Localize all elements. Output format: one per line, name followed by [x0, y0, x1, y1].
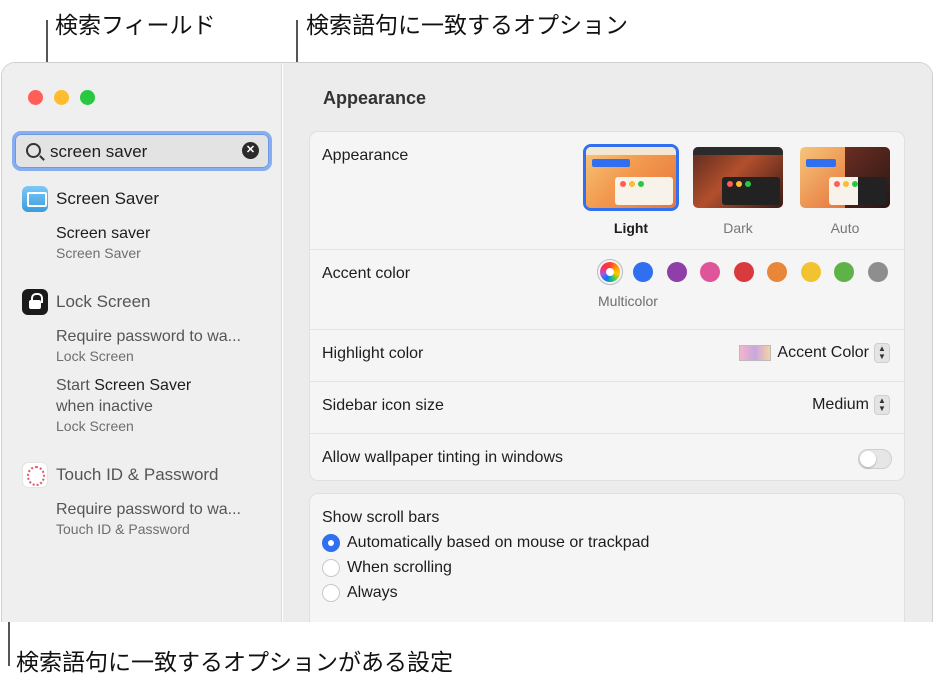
accent-selected-label: Multicolor — [598, 293, 658, 309]
scroll-bars-label: Show scroll bars — [322, 509, 440, 526]
sidebar-item-label: Lock Screen — [56, 292, 151, 311]
minimize-window-button[interactable] — [54, 90, 69, 105]
callout-matching-options: 検索語句に一致するオプション — [306, 13, 628, 39]
chevron-updown-icon: ▲ ▼ — [874, 395, 890, 415]
wallpaper-tinting-toggle[interactable] — [858, 449, 892, 469]
accent-swatch[interactable] — [666, 262, 687, 282]
appearance-option-auto[interactable] — [797, 144, 893, 211]
result-title-match: Screen Saver — [94, 377, 192, 394]
sidebar-icon-size-value: Medium — [812, 396, 869, 413]
appearance-row: Appearance Light Dark Auto — [310, 132, 904, 250]
result-title-part: Start — [56, 377, 95, 394]
highlight-color-row: Highlight color Accent Color ▲ ▼ — [310, 330, 904, 382]
content-pane: Appearance Appearance Light Dark Auto Ac… — [283, 63, 932, 622]
accent-color-label: Accent color — [322, 265, 411, 282]
chevron-updown-icon: ▲ ▼ — [874, 343, 890, 363]
wallpaper-tinting-row: Allow wallpaper tinting in windows — [310, 434, 904, 482]
result-title-part: when inactive — [56, 398, 153, 415]
search-icon — [26, 143, 41, 158]
fingerprint-icon — [22, 462, 48, 488]
accent-swatch-multicolor[interactable] — [597, 259, 623, 285]
zoom-window-button[interactable] — [80, 90, 95, 105]
radio-label: Always — [347, 584, 398, 601]
sidebar-icon-size-popup[interactable]: Medium ▲ ▼ — [812, 395, 890, 415]
search-field[interactable]: screen saver ✕ — [12, 131, 272, 171]
highlight-swatch — [739, 345, 772, 361]
highlight-color-value: Accent Color — [777, 344, 869, 361]
accent-swatch[interactable] — [633, 262, 653, 282]
radio-button[interactable] — [322, 584, 340, 602]
accent-swatch[interactable] — [767, 262, 787, 282]
result-title: Require password to wa... — [56, 328, 241, 345]
search-result-option[interactable]: Require password to wa... Lock Screen — [56, 326, 276, 365]
appearance-label: Appearance — [322, 147, 409, 164]
sidebar-item-touch-id[interactable]: Touch ID & Password — [22, 462, 219, 488]
sidebar-item-label: Screen Saver — [56, 189, 159, 208]
accent-swatch[interactable] — [733, 262, 754, 282]
appearance-option-light[interactable] — [583, 144, 679, 211]
page-title: Appearance — [323, 88, 427, 108]
result-subtitle: Lock Screen — [56, 418, 134, 434]
sidebar-icon-size-label: Sidebar icon size — [322, 397, 444, 414]
result-title: Screen saver — [56, 225, 151, 242]
result-title: Require password to wa... — [56, 501, 241, 518]
sidebar-item-label: Touch ID & Password — [56, 465, 219, 484]
result-subtitle: Screen Saver — [56, 245, 141, 261]
accent-swatch[interactable] — [700, 262, 720, 282]
radio-button[interactable] — [322, 559, 340, 577]
result-subtitle: Touch ID & Password — [56, 521, 190, 537]
wallpaper-tinting-label: Allow wallpaper tinting in windows — [322, 449, 564, 466]
radio-label: When scrolling — [347, 559, 452, 576]
appearance-option-label: Auto — [830, 220, 860, 236]
appearance-option-label: Dark — [723, 220, 753, 236]
screen-saver-icon — [22, 186, 48, 212]
accent-swatch[interactable] — [834, 262, 854, 282]
sidebar: screen saver ✕ Screen Saver Screen saver… — [2, 63, 282, 622]
scroll-bars-option-always[interactable]: Always — [322, 584, 398, 602]
accent-swatch[interactable] — [867, 262, 888, 282]
clear-search-icon[interactable]: ✕ — [242, 142, 259, 159]
appearance-option-dark[interactable] — [690, 144, 786, 211]
search-input[interactable]: screen saver — [50, 142, 147, 162]
highlight-color-label: Highlight color — [322, 345, 424, 362]
lock-icon — [22, 289, 48, 315]
appearance-option-label: Light — [613, 220, 649, 236]
search-result-option[interactable]: Require password to wa... Touch ID & Pas… — [56, 499, 276, 538]
scroll-bars-option-when-scrolling[interactable]: When scrolling — [322, 559, 452, 577]
settings-window: screen saver ✕ Screen Saver Screen saver… — [1, 62, 933, 622]
callout-matching-settings: 検索語句に一致するオプションがある設定 — [16, 650, 453, 676]
accent-swatch[interactable] — [800, 262, 821, 282]
scroll-bars-panel: Show scroll bars Automatically based on … — [309, 493, 905, 622]
close-window-button[interactable] — [28, 90, 43, 105]
highlight-color-popup[interactable]: Accent Color ▲ ▼ — [739, 343, 890, 363]
sidebar-icon-size-row: Sidebar icon size Medium ▲ ▼ — [310, 382, 904, 434]
appearance-panel: Appearance Light Dark Auto Accent color … — [309, 131, 905, 481]
result-subtitle: Lock Screen — [56, 348, 134, 364]
accent-color-row: Accent color Multicolor — [310, 250, 904, 330]
sidebar-item-screen-saver[interactable]: Screen Saver — [22, 186, 159, 212]
search-result-option[interactable]: Start Screen Saver when inactive Lock Sc… — [56, 375, 276, 435]
radio-button[interactable] — [322, 534, 340, 552]
radio-label: Automatically based on mouse or trackpad — [347, 534, 650, 551]
search-result-option[interactable]: Screen saver Screen Saver — [56, 223, 276, 262]
scroll-bars-option-automatic[interactable]: Automatically based on mouse or trackpad — [322, 534, 649, 552]
callout-search-field: 検索フィールド — [55, 13, 216, 39]
sidebar-item-lock-screen[interactable]: Lock Screen — [22, 289, 151, 315]
